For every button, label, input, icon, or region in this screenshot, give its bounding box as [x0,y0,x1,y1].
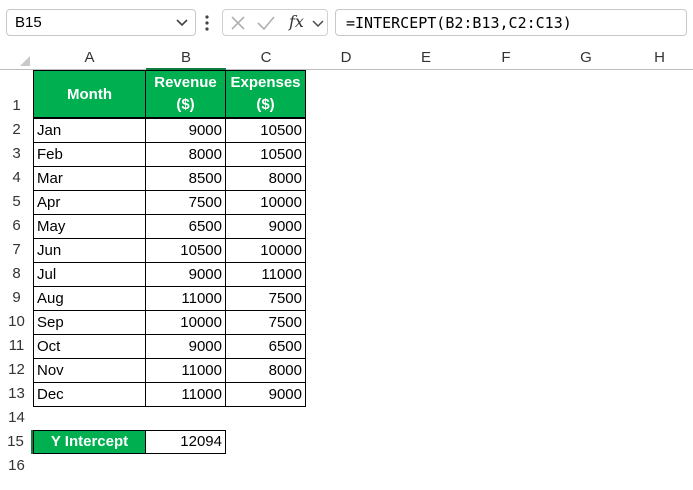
header-cell-month[interactable]: Month [33,70,146,118]
formula-text: =INTERCEPT(B2:B13,C2:C13) [346,14,572,32]
row-header-1[interactable]: 1 [0,70,33,118]
cancel-icon[interactable] [229,14,247,32]
chevron-down-icon[interactable] [311,16,325,30]
cell-month[interactable]: Jan [33,118,146,143]
row-header-13[interactable]: 13 [0,382,33,406]
column-header-h[interactable]: H [626,46,693,70]
row-header-9[interactable]: 9 [0,286,33,310]
cell-expenses[interactable]: 10500 [225,142,306,167]
cell-expenses[interactable]: 8000 [225,358,306,383]
cell-month[interactable]: Oct [33,334,146,359]
column-header-b[interactable]: B [146,46,226,70]
row-header-17[interactable] [0,478,33,490]
cell-expenses[interactable]: 7500 [225,310,306,335]
header-expenses-line2: ($) [256,96,275,113]
cell-month[interactable]: May [33,214,146,239]
select-all-triangle-icon [20,56,30,66]
row-header-15[interactable]: 15 [0,430,33,454]
cell-month[interactable]: Jun [33,238,146,263]
more-options-icon[interactable] [201,12,213,34]
cell-month[interactable]: Feb [33,142,146,167]
header-cell-revenue[interactable]: Revenue ($) [145,70,226,118]
insert-function-button[interactable]: fx [289,12,304,31]
enter-check-icon[interactable] [256,14,276,32]
formula-bar-area: B15 fx =INTERCEPT(B2:B13,C2:C13) [0,0,693,44]
formula-buttons: fx [222,9,328,36]
cell-month[interactable]: Jul [33,262,146,287]
cell-expenses[interactable]: 7500 [225,286,306,311]
row-header-4[interactable]: 4 [0,166,33,190]
name-box[interactable]: B15 [6,9,196,36]
cell-expenses[interactable]: 10000 [225,238,306,263]
cell-revenue[interactable]: 10000 [145,310,226,335]
row-header-2[interactable]: 2 [0,118,33,142]
row-header-12[interactable]: 12 [0,358,33,382]
header-revenue-line2: ($) [176,96,195,113]
chevron-down-icon[interactable] [175,15,189,29]
cell-month[interactable]: Aug [33,286,146,311]
cell-revenue[interactable]: 11000 [145,382,226,407]
cell-month[interactable]: Apr [33,190,146,215]
cell-revenue[interactable]: 11000 [145,358,226,383]
cell-expenses[interactable]: 9000 [225,382,306,407]
cell-month[interactable]: Mar [33,166,146,191]
row-header-8[interactable]: 8 [0,262,33,286]
cell-revenue[interactable]: 6500 [145,214,226,239]
cell-expenses[interactable]: 10500 [225,118,306,143]
cell-revenue[interactable]: 9000 [145,118,226,143]
y-intercept-label[interactable]: Y Intercept [33,430,146,454]
cell-expenses[interactable]: 11000 [225,262,306,287]
row-header-16[interactable]: 16 [0,454,33,478]
cell-revenue[interactable]: 10500 [145,238,226,263]
cell-month[interactable]: Dec [33,382,146,407]
row-header-11[interactable]: 11 [0,334,33,358]
row-header-6[interactable]: 6 [0,214,33,238]
select-all-corner[interactable] [0,46,33,70]
column-header-d[interactable]: D [306,46,386,70]
cell-revenue[interactable]: 9000 [145,334,226,359]
row-header-3[interactable]: 3 [0,142,33,166]
row-header-10[interactable]: 10 [0,310,33,334]
cell-month[interactable]: Nov [33,358,146,383]
cell-revenue[interactable]: 8000 [145,142,226,167]
column-header-e[interactable]: E [386,46,466,70]
y-intercept-value[interactable]: 12094 [145,430,226,454]
header-revenue-line1: Revenue [154,74,217,91]
column-header-f[interactable]: F [466,46,546,70]
formula-input[interactable]: =INTERCEPT(B2:B13,C2:C13) [335,9,687,36]
cell-expenses[interactable]: 9000 [225,214,306,239]
column-header-g[interactable]: G [546,46,626,70]
cell-revenue[interactable]: 9000 [145,262,226,287]
cell-expenses[interactable]: 6500 [225,334,306,359]
header-expenses-line1: Expenses [230,74,301,91]
row-header-14[interactable]: 14 [0,406,33,430]
header-cell-expenses[interactable]: Expenses ($) [225,70,306,118]
row-header-7[interactable]: 7 [0,238,33,262]
cell-month[interactable]: Sep [33,310,146,335]
cell-revenue[interactable]: 8500 [145,166,226,191]
cell-expenses[interactable]: 10000 [225,190,306,215]
row-header-5[interactable]: 5 [0,190,33,214]
column-header-c[interactable]: C [226,46,306,70]
cell-revenue[interactable]: 7500 [145,190,226,215]
cell-revenue[interactable]: 11000 [145,286,226,311]
column-header-a[interactable]: A [33,46,146,70]
cell-expenses[interactable]: 8000 [225,166,306,191]
name-box-value: B15 [15,14,42,31]
